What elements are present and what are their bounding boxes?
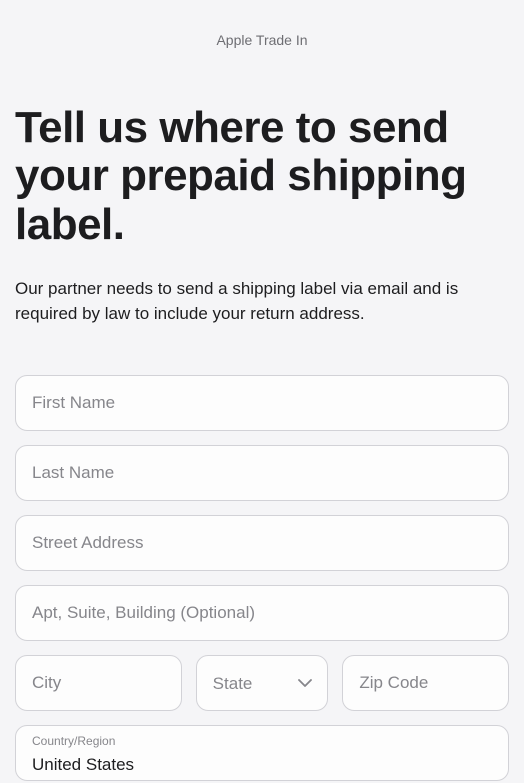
apt-input[interactable] (15, 585, 509, 641)
last-name-input[interactable] (15, 445, 509, 501)
page-title: Tell us where to send your prepaid shipp… (15, 104, 509, 249)
first-name-input[interactable] (15, 375, 509, 431)
zip-code-input[interactable] (342, 655, 509, 711)
description-text: Our partner needs to send a shipping lab… (15, 277, 509, 327)
street-address-input[interactable] (15, 515, 509, 571)
breadcrumb: Apple Trade In (15, 0, 509, 48)
shipping-form: State Country/Region United States (15, 375, 509, 781)
state-select[interactable]: State (196, 655, 329, 711)
country-value: United States (32, 755, 492, 775)
state-select-wrapper: State (196, 655, 329, 711)
country-label: Country/Region (32, 734, 115, 748)
city-input[interactable] (15, 655, 182, 711)
country-field[interactable]: Country/Region United States (15, 725, 509, 781)
